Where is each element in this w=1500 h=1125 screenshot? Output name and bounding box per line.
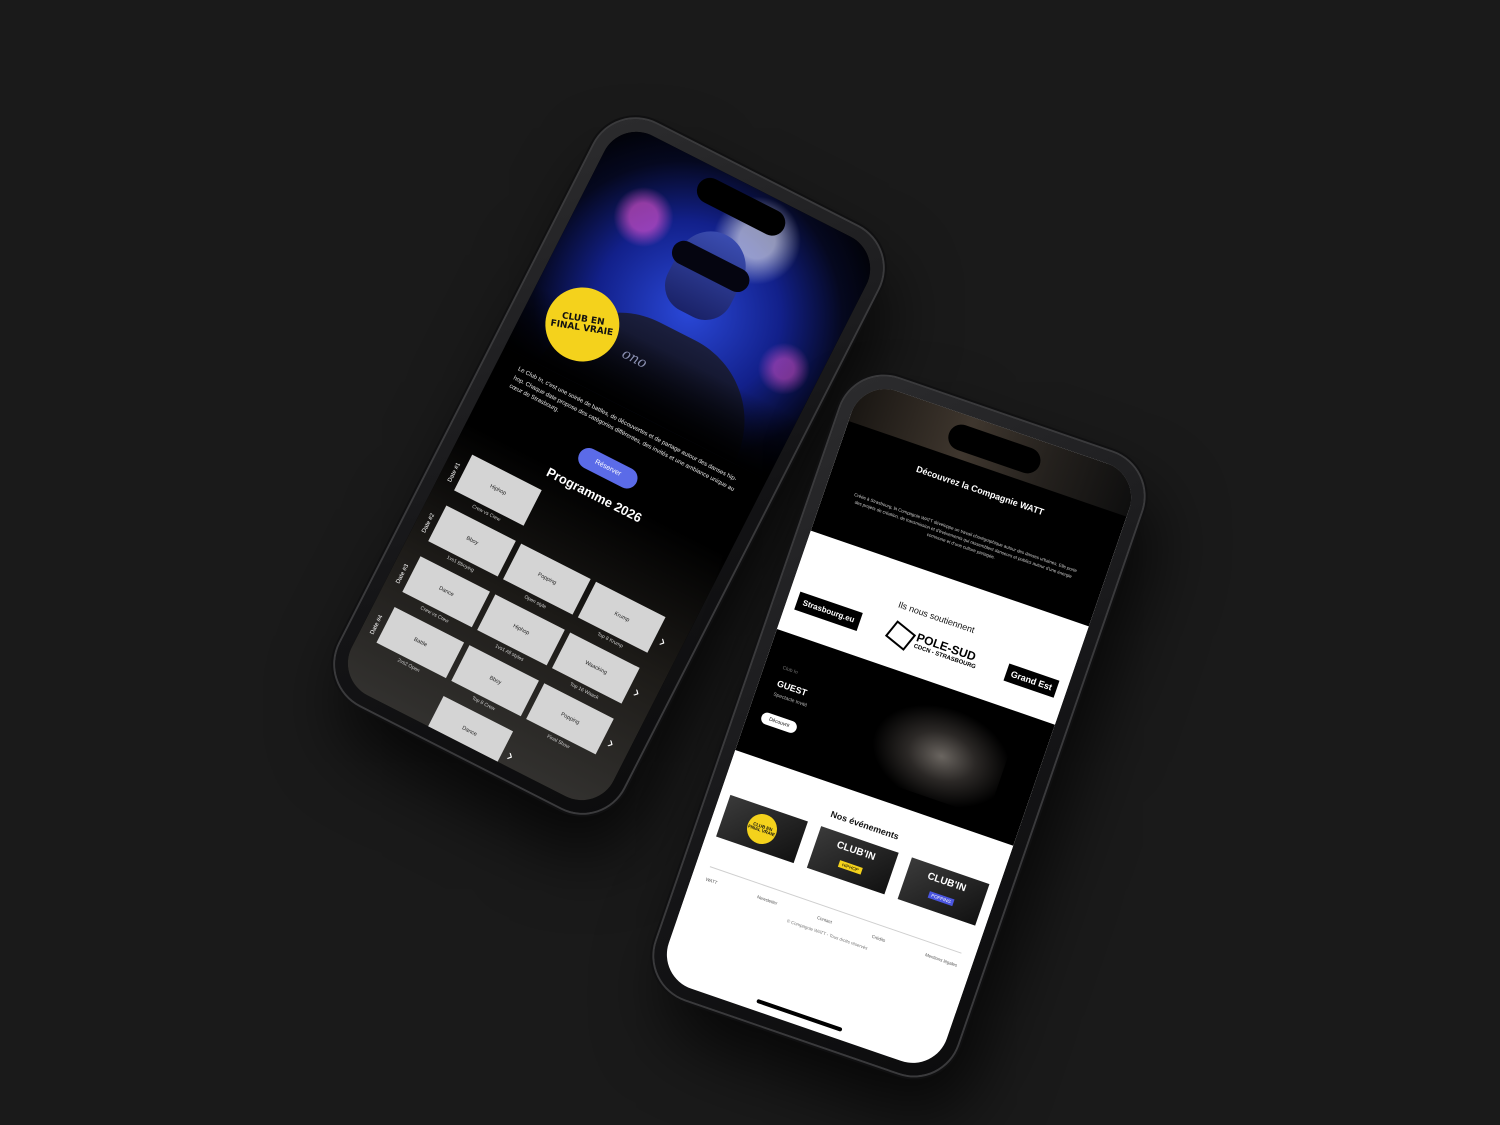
grandest-logo[interactable]: Grand Est [1003, 663, 1060, 698]
footer-link[interactable]: WATT [705, 877, 718, 886]
polesud-icon [884, 620, 917, 651]
footer-link[interactable]: Contact [816, 915, 832, 925]
hero-image: CLUB EN FINAL VRAIE ono [504, 119, 883, 481]
footer-link[interactable]: Crédits [871, 934, 886, 943]
discover-button[interactable]: Découvrir [759, 711, 799, 735]
footer-link[interactable]: Newsletter [756, 894, 778, 906]
home-indicator [756, 998, 843, 1032]
event-logo: CLUB EN FINAL VRAIE [742, 809, 782, 849]
chevron-right-icon[interactable]: › [630, 684, 642, 702]
guest-tag: Club In [781, 665, 799, 676]
event-subtitle: POPPING [927, 890, 955, 907]
chevron-right-icon[interactable]: › [604, 735, 616, 753]
chevron-right-icon[interactable]: › [503, 748, 516, 766]
event-label: CLUB'IN HIPHOP [829, 840, 877, 880]
polesud-wordmark: POLE-SUD CDCN - STRASBOURG [912, 630, 980, 671]
chevron-right-icon[interactable]: › [656, 633, 668, 651]
event-subtitle: HIPHOP [838, 860, 863, 875]
reserve-bottom-button[interactable]: Réserver [412, 755, 484, 808]
event-label: CLUB'IN POPPING [920, 871, 967, 912]
strasbourg-logo[interactable]: Strasbourg.eu [794, 591, 864, 631]
program-section: Programme 2026 Date #1 Hiphop Crew vs Cr… [335, 421, 729, 813]
footer-link[interactable]: Mentions légales [924, 952, 958, 968]
